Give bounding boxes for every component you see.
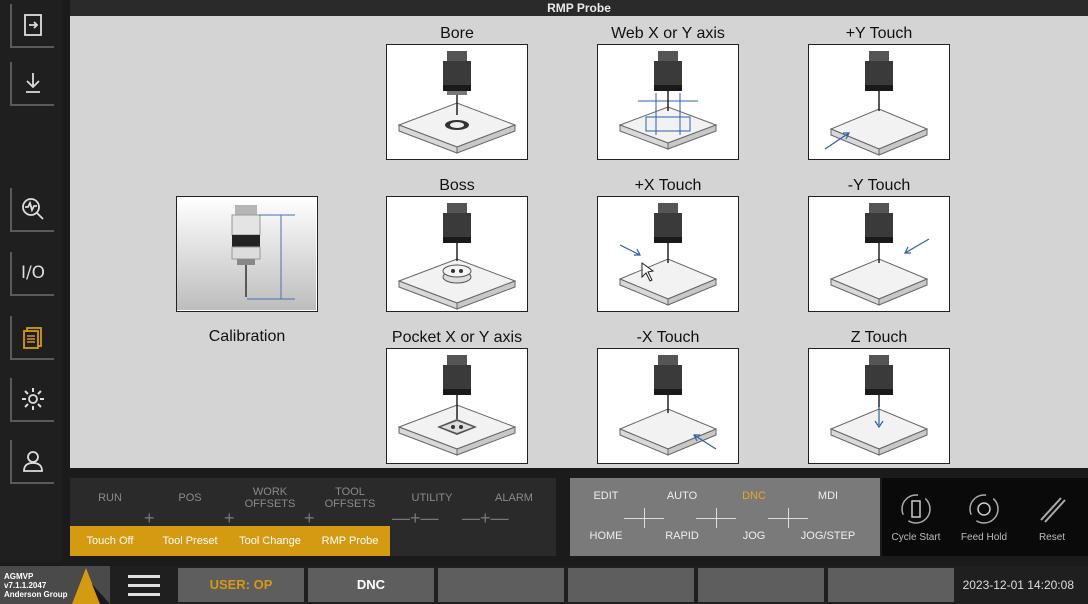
mode-edit[interactable]: EDIT [566, 490, 646, 502]
plus-y-touch-image [808, 44, 950, 160]
clock: 2023-12-01 14:20:08 [962, 578, 1074, 592]
hamburger-menu-icon[interactable] [122, 568, 166, 602]
reset-icon [1040, 497, 1066, 523]
mode-home[interactable]: HOME [566, 530, 646, 542]
download-icon[interactable] [10, 62, 54, 106]
control-strip: RUN POS WORK OFFSETS TOOL OFFSETS UTILIT… [70, 474, 1088, 558]
feed-hold-icon [969, 494, 999, 524]
separator-plus: + [144, 508, 155, 528]
z-touch-image [808, 348, 950, 464]
io-icon[interactable]: I/O [10, 252, 54, 296]
cnc-screen: I/O RMP Probe Calibration Bore Web X or … [0, 0, 1088, 604]
feed-hold-button[interactable]: Feed Hold [954, 490, 1014, 543]
document-icon[interactable] [10, 316, 54, 360]
separator-plus: + [224, 508, 235, 528]
diagnostics-icon[interactable] [10, 188, 54, 232]
mode-jog[interactable]: JOG [714, 530, 794, 542]
cycle-start-button[interactable]: Cycle Start [886, 490, 946, 543]
touch-off-button[interactable]: Touch Off [70, 526, 150, 556]
minus-x-touch-image [597, 348, 739, 464]
cycle-start-label: Cycle Start [891, 532, 941, 543]
mode-work-offsets[interactable]: WORK OFFSETS [230, 486, 310, 510]
mode-indicator: DNC [308, 568, 434, 602]
tool-preset-button[interactable]: Tool Preset [150, 526, 230, 556]
page-title: RMP Probe [70, 0, 1088, 16]
bore-image [386, 44, 528, 160]
status-slot [568, 568, 694, 602]
calibration-tile[interactable] [176, 196, 318, 312]
status-bar: AGMVP v7.1.1.2047 Anderson Group USER: O… [0, 566, 1088, 604]
minus-y-touch-label: -Y Touch [847, 177, 911, 194]
cycle-start-icon [901, 494, 931, 524]
logo-line: v7.1.1.2047 [4, 581, 47, 590]
minus-x-touch-tile[interactable]: -X Touch [597, 328, 739, 464]
separator-plus: + [304, 508, 315, 528]
logo-line: AGMVP [4, 572, 34, 581]
io-label: I/O [20, 263, 46, 283]
pocket-tile[interactable]: Pocket X or Y axis [386, 328, 528, 464]
feed-hold-label: Feed Hold [960, 532, 1008, 543]
logo-line: Anderson Group [4, 590, 68, 599]
divider [644, 508, 645, 528]
web-label: Web X or Y axis [611, 25, 725, 42]
screen-modes: RUN POS WORK OFFSETS TOOL OFFSETS UTILIT… [70, 478, 556, 556]
user-icon[interactable] [10, 440, 54, 484]
reset-label: Reset [1038, 532, 1066, 543]
separator-plus: —+— [462, 508, 509, 528]
mode-tool-offsets[interactable]: TOOL OFFSETS [310, 486, 390, 510]
rmp-probe-button[interactable]: RMP Probe [310, 526, 390, 556]
settings-icon[interactable] [10, 378, 54, 422]
mode-mdi[interactable]: MDI [788, 490, 868, 502]
probe-panel: Calibration Bore Web X or Y axis +Y Touc… [70, 16, 1088, 468]
logo-triangle-icon [72, 568, 110, 604]
plus-x-touch-label: +X Touch [634, 177, 702, 194]
logo: AGMVP v7.1.1.2047 Anderson Group [0, 566, 110, 604]
status-slot [438, 568, 564, 602]
mode-alarm[interactable]: ALARM [474, 492, 554, 504]
web-image [597, 44, 739, 160]
cycle-controls: Cycle Start Feed Hold Reset [882, 478, 1088, 556]
minus-y-touch-image [808, 196, 950, 312]
plus-x-touch-image [597, 196, 739, 312]
status-slot [828, 568, 954, 602]
exit-icon[interactable] [10, 4, 54, 48]
z-touch-tile[interactable]: Z Touch [808, 328, 950, 464]
bore-tile[interactable]: Bore [386, 24, 528, 160]
calibration-image [176, 196, 318, 312]
mode-pos[interactable]: POS [150, 492, 230, 504]
user-indicator[interactable]: USER: OP [178, 568, 304, 602]
minus-y-touch-tile[interactable]: -Y Touch [808, 176, 950, 312]
plus-y-touch-label: +Y Touch [845, 25, 913, 42]
divider [716, 508, 717, 528]
pocket-label: Pocket X or Y axis [391, 329, 523, 346]
web-tile[interactable]: Web X or Y axis [597, 24, 739, 160]
mode-rapid[interactable]: RAPID [642, 530, 722, 542]
boss-label: Boss [439, 177, 475, 194]
status-slot [698, 568, 824, 602]
mode-utility[interactable]: UTILITY [392, 492, 472, 504]
bore-label: Bore [440, 25, 474, 42]
boss-image [386, 196, 528, 312]
z-touch-label: Z Touch [850, 329, 908, 346]
plus-x-touch-tile[interactable]: +X Touch [597, 176, 739, 312]
divider [788, 508, 789, 528]
boss-tile[interactable]: Boss [386, 176, 528, 312]
mode-run[interactable]: RUN [70, 492, 150, 504]
tool-change-button[interactable]: Tool Change [230, 526, 310, 556]
left-sidebar: I/O [0, 0, 62, 562]
mode-dnc[interactable]: DNC [714, 490, 794, 502]
separator-plus: —+— [392, 508, 439, 528]
reset-button[interactable]: Reset [1022, 490, 1082, 543]
machine-mode-panel: EDIT AUTO DNC MDI HOME RAPID JOG JOG/STE… [570, 478, 880, 556]
minus-x-touch-label: -X Touch [636, 329, 700, 346]
plus-y-touch-tile[interactable]: +Y Touch [808, 24, 950, 160]
calibration-label: Calibration [208, 328, 286, 345]
mode-auto[interactable]: AUTO [642, 490, 722, 502]
mode-jog-step[interactable]: JOG/STEP [788, 530, 868, 542]
pocket-image [386, 348, 528, 464]
